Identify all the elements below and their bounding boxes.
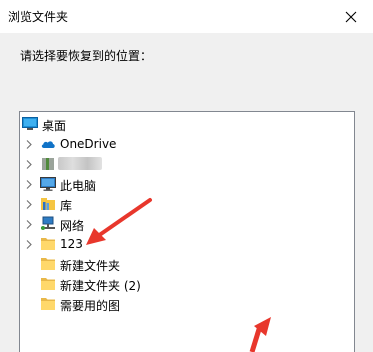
tree-item-label: 桌面	[42, 119, 67, 133]
tree-item-label: 库	[60, 199, 73, 213]
chevron-right-icon[interactable]	[24, 174, 34, 194]
folder-icon	[41, 278, 55, 290]
close-button[interactable]	[329, 0, 373, 33]
tree-item-new-folder-2[interactable]: 新建文件夹 (2)	[20, 274, 354, 294]
tree-item-label: 此电脑	[60, 179, 97, 193]
folder-icon	[41, 258, 55, 270]
tree-item-onedrive[interactable]: OneDrive	[20, 134, 354, 154]
tree-item-libraries[interactable]: 库	[20, 194, 354, 214]
tree-item-new-folder[interactable]: 新建文件夹	[20, 254, 354, 274]
network-icon	[41, 216, 55, 230]
this-pc-icon	[40, 177, 56, 191]
folder-tree[interactable]: 桌面 OneDrive 此电脑 库 网络 123 新建文件夹 新建文件夹 (2)…	[19, 111, 355, 352]
tree-item-label: 新建文件夹 (2)	[60, 279, 141, 293]
tree-item-label: OneDrive	[60, 137, 117, 151]
tree-item-label: 新建文件夹	[60, 259, 121, 273]
browse-folder-dialog: 浏览文件夹 请选择要恢复到的位置： 桌面 OneDrive 此电脑 库 网络 1…	[0, 0, 373, 352]
chevron-right-icon[interactable]	[24, 234, 34, 254]
folder-icon	[41, 298, 55, 310]
close-icon	[345, 11, 357, 22]
tree-item-network[interactable]: 网络	[20, 214, 354, 234]
chevron-right-icon[interactable]	[24, 194, 34, 214]
tree-item-folder-123[interactable]: 123	[20, 234, 354, 254]
libraries-icon	[41, 198, 55, 210]
instruction-text: 请选择要恢复到的位置：	[20, 49, 153, 63]
chevron-right-icon[interactable]	[24, 154, 34, 174]
redacted-username	[58, 157, 102, 170]
chevron-right-icon[interactable]	[24, 214, 34, 234]
tree-item-label: 需要用的图	[60, 299, 121, 313]
tree-item-needed-images[interactable]: 需要用的图	[20, 294, 354, 314]
tree-item-label: 网络	[60, 219, 85, 233]
tree-item-user[interactable]	[20, 154, 354, 174]
tree-item-this-pc[interactable]: 此电脑	[20, 174, 354, 194]
tree-item-label: 123	[60, 237, 83, 251]
user-folder-icon	[42, 158, 54, 170]
onedrive-icon	[41, 141, 55, 148]
window-title: 浏览文件夹	[8, 10, 69, 24]
folder-icon	[41, 238, 55, 250]
title-bar: 浏览文件夹	[0, 0, 373, 33]
tree-item-desktop[interactable]: 桌面	[20, 114, 354, 134]
desktop-icon	[22, 117, 38, 130]
chevron-right-icon[interactable]	[24, 134, 34, 154]
